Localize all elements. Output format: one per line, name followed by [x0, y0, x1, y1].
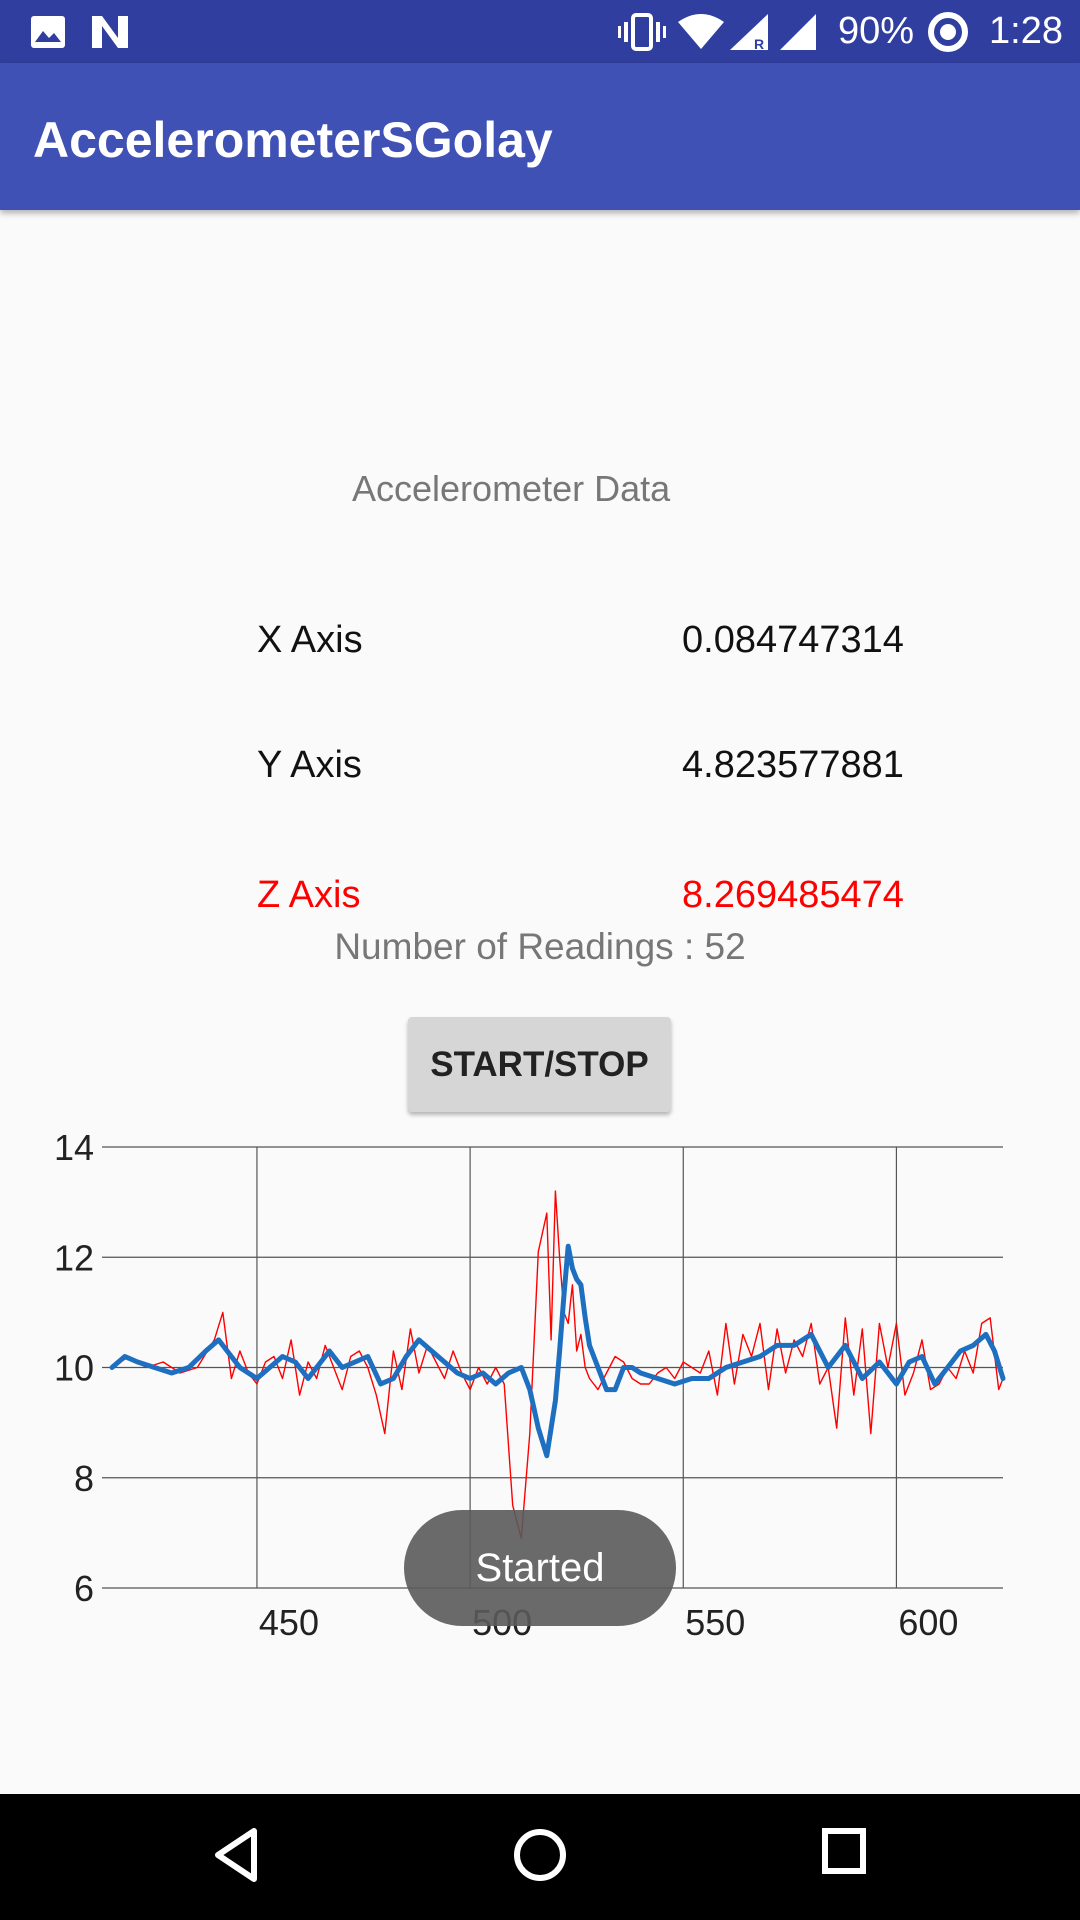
y-tick-label: 14: [54, 1127, 94, 1168]
signal-roaming-icon: R: [730, 14, 768, 52]
signal-icon: [780, 14, 816, 50]
recents-icon[interactable]: [822, 1827, 866, 1875]
section-heading: Accelerometer Data: [352, 468, 671, 509]
vibrate-icon: [618, 13, 666, 51]
back-icon[interactable]: [212, 1827, 260, 1883]
x-axis-label: X Axis: [257, 619, 363, 661]
x-tick-label: 450: [259, 1602, 319, 1643]
started-toast: Started: [404, 1510, 676, 1626]
z-axis-value: 8.269485474: [682, 874, 904, 916]
x-axis-value: 0.084747314: [682, 619, 904, 661]
z-axis-label: Z Axis: [257, 874, 361, 916]
x-tick-label: 550: [685, 1602, 745, 1643]
battery-percentage: 90%: [838, 10, 915, 52]
x-tick-label: 600: [898, 1602, 958, 1643]
clock: 1:28: [989, 10, 1063, 52]
y-tick-label: 12: [54, 1237, 94, 1278]
navigation-bar: [0, 1794, 1080, 1920]
y-axis-value: 4.823577881: [682, 744, 904, 786]
app-title: AccelerometerSGolay: [33, 112, 553, 168]
status-bar: R 90% 1:28: [0, 0, 1080, 63]
readings-count: Number of Readings : 52: [334, 926, 746, 967]
wifi-icon: [678, 14, 724, 49]
y-tick-label: 10: [54, 1348, 94, 1389]
y-axis-label: Y Axis: [257, 744, 362, 786]
home-icon[interactable]: [512, 1827, 568, 1883]
app-bar: AccelerometerSGolay: [0, 63, 1080, 210]
n-notification-icon: [92, 16, 128, 48]
y-tick-label: 6: [74, 1568, 94, 1609]
chart-lines: [109, 1190, 1006, 1540]
image-icon: [31, 16, 65, 48]
y-tick-label: 8: [74, 1458, 94, 1499]
start-stop-button[interactable]: START/STOP: [408, 1017, 671, 1112]
data-saver-icon: [928, 12, 968, 52]
svg-text:R: R: [754, 36, 764, 52]
